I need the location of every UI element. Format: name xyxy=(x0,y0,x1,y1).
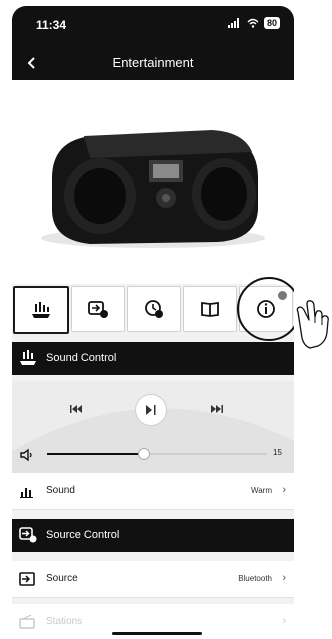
skip-previous-icon xyxy=(70,405,82,413)
volume-icon xyxy=(20,448,32,462)
chevron-right-icon: › xyxy=(282,572,286,584)
sound-label: Sound xyxy=(46,485,75,496)
volume-slider-thumb[interactable] xyxy=(137,448,150,460)
phone-screen: 11:34 80 Entertainment Sound Control 15 … xyxy=(12,6,294,639)
playback-controls: 15 xyxy=(12,381,294,473)
sound-control-icon xyxy=(32,302,50,318)
pointing-hand-icon xyxy=(296,300,329,349)
chevron-right-icon: › xyxy=(282,484,286,496)
home-indicator xyxy=(112,632,202,635)
sound-value: Warm xyxy=(250,486,272,495)
radio-icon xyxy=(19,614,35,629)
nav-bar: Entertainment xyxy=(12,46,294,80)
sound-control-header: Sound Control xyxy=(12,342,294,375)
section-title: Sound Control xyxy=(46,352,117,364)
play-pause-button[interactable] xyxy=(135,394,167,426)
source-row[interactable]: Source Bluetooth › xyxy=(12,561,294,598)
highlight-circle xyxy=(237,277,294,341)
tab-sound-control[interactable] xyxy=(13,286,69,334)
product-image xyxy=(12,80,294,284)
chevron-right-icon: › xyxy=(282,615,286,627)
volume-slider[interactable] xyxy=(47,448,267,460)
tab-timer[interactable] xyxy=(127,286,181,332)
input-source-icon xyxy=(19,572,35,586)
previous-button[interactable] xyxy=(66,399,86,419)
book-icon xyxy=(201,301,219,317)
page-title: Entertainment xyxy=(112,55,194,70)
source-control-header: Source Control xyxy=(12,519,294,552)
timer-icon xyxy=(145,300,163,318)
skip-next-icon xyxy=(211,405,223,413)
play-pause-icon xyxy=(146,405,156,415)
next-button[interactable] xyxy=(207,399,227,419)
source-control-icon xyxy=(19,527,37,543)
boombox-image xyxy=(41,130,265,248)
wifi-icon xyxy=(247,18,259,28)
status-bar: 11:34 80 xyxy=(12,6,294,46)
source-value: Bluetooth xyxy=(238,574,272,583)
section-title: Source Control xyxy=(46,529,120,541)
stations-label: Stations xyxy=(46,616,83,627)
sound-row[interactable]: Sound Warm › xyxy=(12,473,294,510)
status-time: 11:34 xyxy=(36,18,67,32)
volume-slider-fill xyxy=(47,453,144,455)
equalizer-icon xyxy=(20,488,33,498)
volume-value: 15 xyxy=(273,448,282,457)
status-icons: 80 xyxy=(227,17,280,29)
source-control-icon xyxy=(88,301,108,318)
tab-manual[interactable] xyxy=(183,286,237,332)
tab-source-control[interactable] xyxy=(71,286,125,332)
battery-indicator: 80 xyxy=(263,17,280,29)
source-label: Source xyxy=(46,573,78,584)
sound-control-icon xyxy=(20,350,36,365)
signal-icon xyxy=(227,18,239,28)
